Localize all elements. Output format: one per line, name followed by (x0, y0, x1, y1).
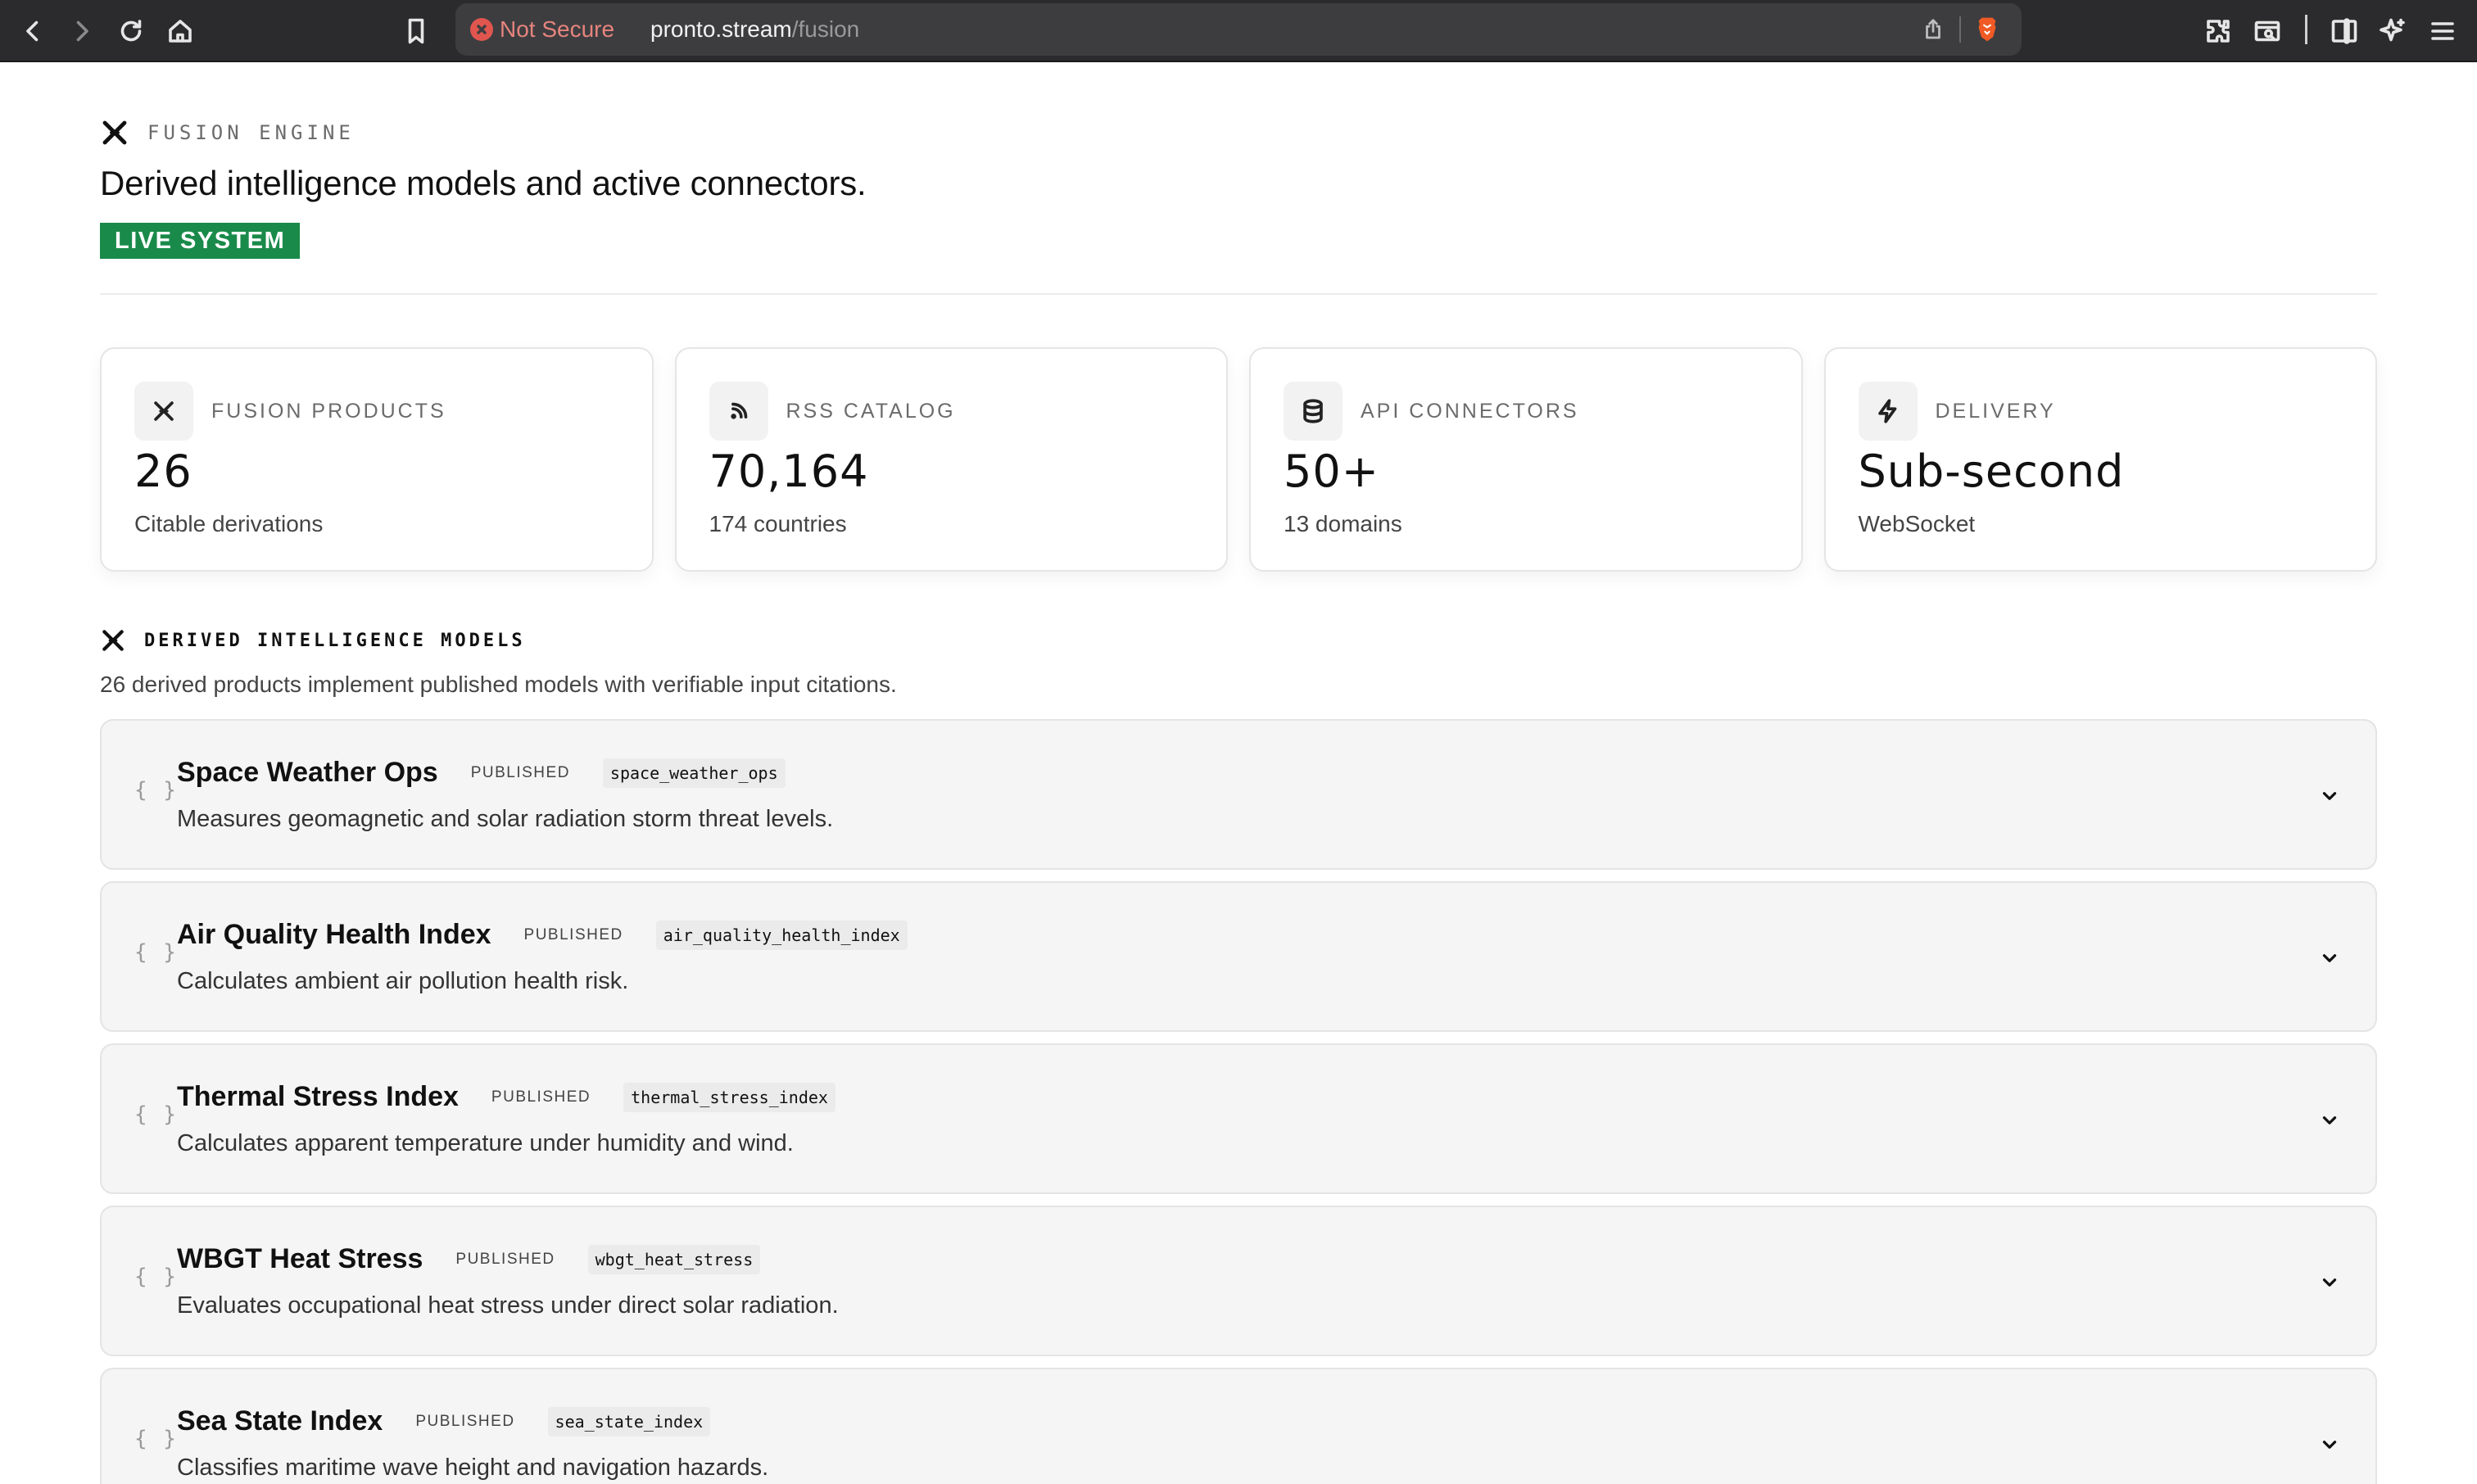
leo-ai-icon[interactable] (2374, 11, 2413, 51)
stats-row: FUSION PRODUCTS 26 Citable derivations R… (100, 347, 2377, 572)
code-braces-icon: { } (134, 778, 178, 803)
bookmark-icon[interactable] (396, 11, 436, 51)
model-name: Thermal Stress Index (177, 1081, 459, 1112)
reload-icon[interactable] (111, 11, 151, 51)
status-badge: PUBLISHED (470, 763, 570, 781)
page-title: Derived intelligence models and active c… (100, 164, 867, 202)
model-description: Measures geomagnetic and solar radiation… (177, 806, 834, 832)
code-braces-icon: { } (134, 1102, 178, 1127)
model-item-thermal-stress-index[interactable]: { } Thermal Stress Index PUBLISHED therm… (100, 1043, 2377, 1194)
eyebrow-label: FUSION ENGINE (147, 121, 355, 144)
divider (100, 293, 2377, 295)
fusion-icon (102, 630, 124, 651)
model-description: Calculates ambient air pollution health … (177, 968, 629, 994)
url-path: /fusion (791, 16, 860, 42)
code-braces-icon: { } (134, 1265, 178, 1289)
model-name: Sea State Index (177, 1405, 383, 1436)
browser-toolbar: Not Secure pronto.stream/fusion (0, 0, 2477, 62)
bolt-icon (1858, 382, 1918, 441)
model-code: space_weather_ops (602, 758, 786, 788)
model-name: WBGT Heat Stress (177, 1243, 423, 1274)
stat-subtext: WebSocket (1858, 511, 1976, 536)
model-code: thermal_stress_index (623, 1082, 835, 1112)
model-code: air_quality_health_index (655, 920, 908, 950)
model-item-sea-state-index[interactable]: { } Sea State Index PUBLISHED sea_state_… (100, 1368, 2377, 1484)
chevron-down-icon[interactable] (2316, 1107, 2343, 1133)
stat-value: Sub-second (1858, 446, 2125, 497)
security-label[interactable]: Not Secure (500, 16, 614, 43)
model-description: Calculates apparent temperature under hu… (177, 1130, 794, 1156)
url-text[interactable]: pronto.stream/fusion (650, 16, 859, 43)
model-item-air-quality-health-index[interactable]: { } Air Quality Health Index PUBLISHED a… (100, 881, 2377, 1032)
brave-shields-icon[interactable] (1972, 15, 2002, 44)
database-icon (1284, 382, 1343, 441)
stat-value: 50+ (1284, 446, 1379, 497)
stat-value: 26 (134, 446, 192, 497)
sidebar-icon[interactable] (2325, 11, 2364, 51)
status-badge: PUBLISHED (415, 1412, 515, 1430)
back-icon[interactable] (13, 11, 52, 51)
url-host: pronto.stream (650, 16, 792, 42)
status-badge: LIVE SYSTEM (100, 223, 301, 259)
model-description: Classifies maritime wave height and navi… (177, 1455, 769, 1481)
model-item-space-weather-ops[interactable]: { } Space Weather Ops PUBLISHED space_we… (100, 719, 2377, 870)
fusion-icon (134, 382, 193, 441)
stat-label: FUSION PRODUCTS (211, 400, 446, 423)
model-code: sea_state_index (547, 1406, 711, 1436)
page-content: FUSION ENGINE Derived intelligence model… (0, 64, 2477, 1484)
wallet-icon[interactable] (2248, 11, 2287, 51)
chevron-down-icon[interactable] (2316, 783, 2343, 809)
chevron-down-icon[interactable] (2316, 945, 2343, 971)
stat-card-rss-catalog: RSS CATALOG 70,164 174 countries (674, 347, 1228, 572)
model-name: Air Quality Health Index (177, 919, 491, 950)
share-icon[interactable] (1917, 13, 1949, 46)
section-heading: DERIVED INTELLIGENCE MODELS (100, 627, 526, 654)
stat-label: RSS CATALOG (786, 400, 956, 423)
code-braces-icon: { } (134, 940, 178, 965)
status-badge: PUBLISHED (523, 925, 623, 943)
status-badge: PUBLISHED (491, 1088, 591, 1106)
model-name: Space Weather Ops (177, 757, 438, 788)
stat-subtext: 13 domains (1284, 511, 1402, 536)
status-badge: PUBLISHED (455, 1250, 555, 1268)
model-code: wbgt_heat_stress (587, 1244, 761, 1274)
stat-label: API CONNECTORS (1361, 400, 1579, 423)
toolbar-divider (2305, 15, 2307, 44)
stat-card-api-connectors: API CONNECTORS 50+ 13 domains (1249, 347, 1803, 572)
model-item-wbgt-heat-stress[interactable]: { } WBGT Heat Stress PUBLISHED wbgt_heat… (100, 1206, 2377, 1356)
model-description: Evaluates occupational heat stress under… (177, 1292, 839, 1319)
stat-card-delivery: DELIVERY Sub-second WebSocket (1823, 347, 2377, 572)
section-title: DERIVED INTELLIGENCE MODELS (144, 630, 526, 651)
code-braces-icon: { } (134, 1427, 178, 1451)
stat-subtext: 174 countries (709, 511, 847, 536)
models-list: { } Space Weather Ops PUBLISHED space_we… (100, 719, 2377, 1484)
chevron-down-icon[interactable] (2316, 1432, 2343, 1458)
chevron-down-icon[interactable] (2316, 1269, 2343, 1296)
stat-label: DELIVERY (1935, 400, 2056, 423)
not-secure-icon (470, 18, 493, 41)
stat-value: 70,164 (709, 446, 869, 497)
address-bar-divider (1959, 16, 1961, 43)
fusion-icon (102, 120, 127, 145)
page-eyebrow: FUSION ENGINE (100, 118, 355, 147)
address-bar[interactable]: Not Secure pronto.stream/fusion (455, 3, 2022, 56)
stat-subtext: Citable derivations (134, 511, 324, 536)
home-icon[interactable] (161, 11, 200, 51)
stat-card-fusion-products: FUSION PRODUCTS 26 Citable derivations (100, 347, 654, 572)
section-description: 26 derived products implement published … (100, 672, 897, 697)
rss-icon (709, 382, 768, 441)
extensions-icon[interactable] (2199, 11, 2238, 51)
forward-icon[interactable] (62, 11, 102, 51)
menu-icon[interactable] (2423, 11, 2462, 51)
